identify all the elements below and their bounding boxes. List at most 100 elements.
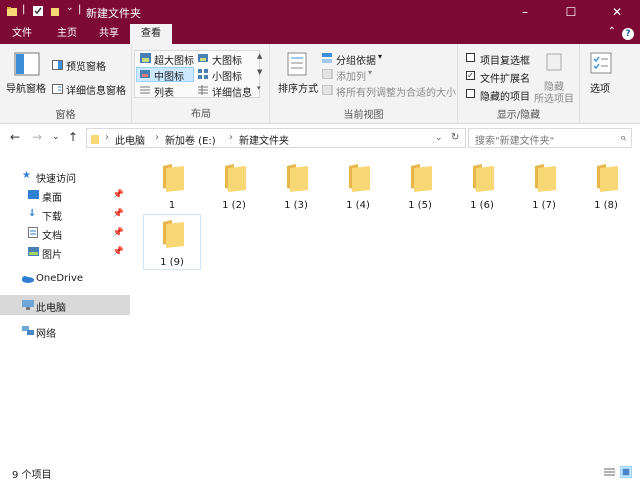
forward-arrow-icon[interactable]: → bbox=[32, 130, 42, 144]
details-pane-button[interactable]: 详细信息窗格 bbox=[66, 82, 126, 97]
list-icon bbox=[140, 86, 150, 94]
extra-large-icons-option[interactable]: 超大图标 bbox=[154, 52, 194, 67]
details-view-icon[interactable] bbox=[604, 467, 615, 477]
pin-icon[interactable]: 📌 bbox=[113, 190, 124, 200]
pin-icon[interactable]: 📌 bbox=[113, 228, 124, 238]
folder-item[interactable]: 1 (8) bbox=[577, 158, 635, 214]
nav-label: 快速访问 bbox=[36, 174, 76, 185]
group-by-button[interactable]: 分组依据 bbox=[336, 52, 376, 67]
recent-locations-icon[interactable]: ⌄ bbox=[52, 132, 60, 142]
vertical-scrollbar[interactable] bbox=[631, 152, 640, 462]
chevron-right-icon[interactable]: › bbox=[229, 132, 233, 143]
hide-selected-icon[interactable] bbox=[544, 52, 564, 72]
list-option[interactable]: 列表 bbox=[154, 84, 174, 99]
group-label: 布局 bbox=[191, 109, 211, 120]
chevron-down-icon[interactable]: ⌄ bbox=[66, 3, 74, 13]
tab-home[interactable]: 主页 bbox=[46, 24, 88, 44]
file-name: 1 (4) bbox=[346, 200, 370, 211]
large-icons-view-icon[interactable] bbox=[620, 466, 632, 478]
file-extensions-checkbox[interactable]: ✓ bbox=[466, 71, 475, 80]
preview-pane-button[interactable]: 预览窗格 bbox=[66, 58, 106, 73]
item-checkboxes-checkbox[interactable] bbox=[466, 53, 475, 62]
dropdown-arrow-icon[interactable]: ▾ bbox=[368, 68, 372, 77]
hide-selected-line2[interactable]: 所选项目 bbox=[534, 90, 574, 105]
folder-item[interactable]: 1 (2) bbox=[205, 158, 263, 214]
file-name: 1 (8) bbox=[594, 200, 618, 211]
size-columns-icon bbox=[322, 85, 333, 95]
file-name: 1 (2) bbox=[222, 200, 246, 211]
breadcrumb[interactable]: › 此电脑 › 新加卷 (E:) › 新建文件夹 ⌄ ↻ bbox=[86, 128, 466, 148]
details-icon bbox=[198, 85, 208, 95]
medium-icons-option[interactable]: 中图标 bbox=[154, 68, 184, 83]
file-list[interactable]: 1 1 (2) 1 (3) 1 (4) 1 (5) 1 (6) 1 (7) 1 … bbox=[131, 152, 631, 462]
breadcrumb-this-pc[interactable]: 此电脑 bbox=[115, 132, 145, 147]
cloud-icon bbox=[22, 276, 34, 283]
small-icons-option[interactable]: 小图标 bbox=[212, 68, 242, 83]
new-folder-icon[interactable] bbox=[50, 5, 62, 17]
nav-item-this-pc[interactable]: 此电脑 bbox=[0, 295, 130, 315]
minimize-button[interactable]: – bbox=[502, 0, 548, 24]
expand-gallery-icon[interactable]: ▾ bbox=[257, 84, 261, 92]
folder-item[interactable]: 1 (9) bbox=[143, 214, 201, 270]
search-icon[interactable]: ⌕ bbox=[620, 131, 626, 145]
add-columns-button[interactable]: 添加列 bbox=[336, 68, 366, 83]
small-icons-icon bbox=[198, 69, 208, 79]
tab-share[interactable]: 共享 bbox=[88, 24, 130, 44]
window-title: 新建文件夹 bbox=[86, 7, 141, 20]
chevron-right-icon[interactable]: › bbox=[155, 132, 159, 143]
folder-item[interactable]: 1 (3) bbox=[267, 158, 325, 214]
folder-item[interactable]: 1 (5) bbox=[391, 158, 449, 214]
nav-item-desktop[interactable]: 桌面 📌 bbox=[0, 185, 130, 205]
nav-item-downloads[interactable]: ↓ 下载 📌 bbox=[0, 204, 130, 224]
nav-label: OneDrive bbox=[36, 273, 84, 284]
folder-item[interactable]: 1 (6) bbox=[453, 158, 511, 214]
scroll-down-icon[interactable]: ▼ bbox=[257, 68, 262, 76]
folder-item[interactable]: 1 bbox=[143, 158, 201, 214]
folder-item[interactable]: 1 (4) bbox=[329, 158, 387, 214]
pin-icon[interactable]: 📌 bbox=[113, 247, 124, 257]
options-button[interactable]: 选项 bbox=[590, 80, 610, 95]
properties-icon[interactable] bbox=[32, 5, 44, 17]
size-all-columns-button[interactable]: 将所有列调整为合适的大小 bbox=[336, 84, 456, 99]
folder-item[interactable]: 1 (7) bbox=[515, 158, 573, 214]
up-arrow-icon[interactable]: ↑ bbox=[68, 130, 78, 144]
sort-by-button[interactable]: 排序方式 bbox=[278, 80, 318, 95]
nav-item-pictures[interactable]: 图片 📌 bbox=[0, 242, 130, 262]
close-button[interactable]: ✕ bbox=[594, 0, 640, 24]
folder-icon bbox=[411, 164, 432, 192]
separator: | bbox=[78, 4, 82, 15]
maximize-button[interactable]: ☐ bbox=[548, 0, 594, 24]
nav-pane-icon[interactable] bbox=[14, 52, 40, 76]
nav-item-network[interactable]: 网络 bbox=[0, 321, 130, 341]
large-icons-icon bbox=[198, 54, 208, 62]
nav-pane-button[interactable]: 导航窗格 bbox=[6, 80, 46, 95]
nav-label: 网络 bbox=[36, 329, 56, 340]
computer-icon bbox=[22, 300, 34, 310]
item-count: 9 个项目 bbox=[12, 470, 52, 481]
options-icon[interactable] bbox=[590, 52, 612, 74]
breadcrumb-drive[interactable]: 新加卷 (E:) bbox=[165, 132, 216, 147]
scroll-up-icon[interactable]: ▲ bbox=[257, 52, 262, 60]
nav-item-onedrive[interactable]: OneDrive bbox=[0, 269, 130, 289]
large-icons-option[interactable]: 大图标 bbox=[212, 52, 242, 67]
pin-icon[interactable]: 📌 bbox=[113, 209, 124, 219]
chevron-down-icon[interactable]: ⌄ bbox=[435, 133, 443, 143]
tab-file[interactable]: 文件 bbox=[0, 24, 44, 44]
group-by-icon bbox=[322, 53, 332, 63]
sort-icon[interactable] bbox=[286, 52, 310, 76]
back-arrow-icon[interactable]: ← bbox=[10, 130, 20, 144]
network-icon bbox=[22, 326, 34, 335]
file-name: 1 bbox=[168, 200, 176, 211]
chevron-right-icon[interactable]: › bbox=[105, 132, 109, 143]
hidden-items-checkbox[interactable] bbox=[466, 89, 475, 98]
collapse-ribbon-icon[interactable]: ⌃ bbox=[608, 26, 616, 37]
tab-view[interactable]: 查看 bbox=[130, 24, 172, 44]
refresh-icon[interactable]: ↻ bbox=[451, 132, 459, 143]
breadcrumb-folder[interactable]: 新建文件夹 bbox=[239, 132, 289, 147]
help-icon[interactable]: ? bbox=[622, 28, 634, 40]
search-input[interactable]: 搜索"新建文件夹" ⌕ bbox=[468, 128, 632, 148]
details-option[interactable]: 详细信息 bbox=[212, 84, 252, 99]
dropdown-arrow-icon[interactable]: ▾ bbox=[378, 52, 382, 61]
nav-item-documents[interactable]: 文档 📌 bbox=[0, 223, 130, 243]
nav-item-quick-access[interactable]: ★ 快速访问 bbox=[0, 166, 130, 186]
